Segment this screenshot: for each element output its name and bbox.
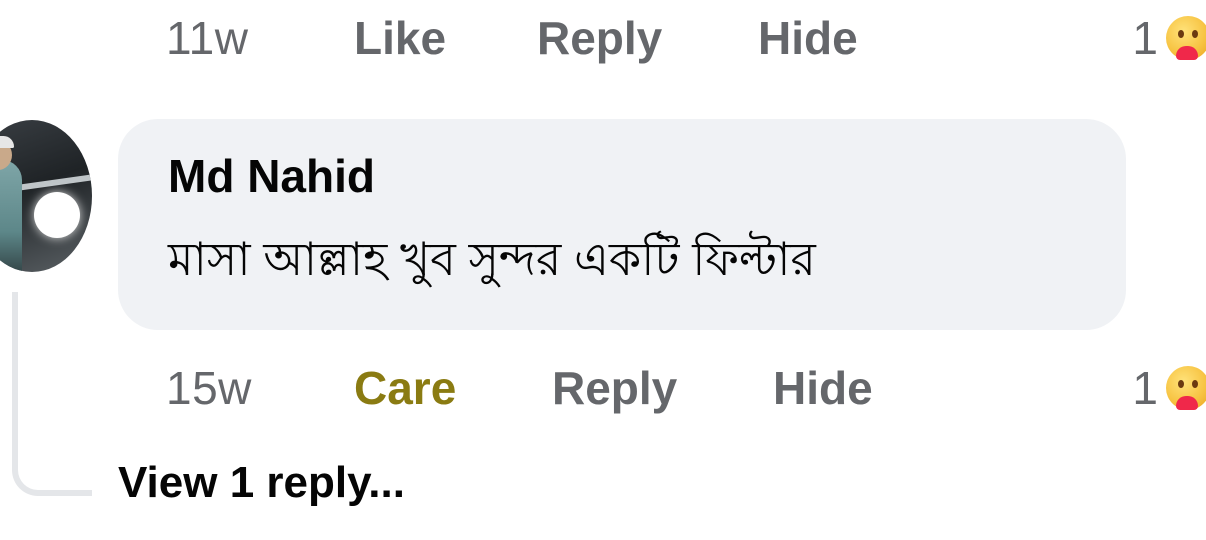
view-replies-link[interactable]: View 1 reply... xyxy=(118,458,405,508)
comment-author[interactable]: Md Nahid xyxy=(168,149,375,203)
previous-comment-actions: 11w Like Reply Hide xyxy=(166,8,858,68)
comment-text: মাসা আল্লাহ খুব সুন্দর একটি ফিল্টার xyxy=(168,233,816,285)
comment-timestamp: 11w xyxy=(166,12,249,64)
like-button[interactable]: Like xyxy=(354,11,537,65)
avatar[interactable] xyxy=(0,120,92,272)
comment-bubble[interactable]: Md Nahid মাসা আল্লাহ খুব সুন্দর একটি ফিল… xyxy=(118,119,1126,330)
care-emoji-icon xyxy=(1166,364,1206,412)
hide-button[interactable]: Hide xyxy=(758,11,858,65)
comment-thread: 11w Like Reply Hide 1 Md Nahid মাসা আল্ল… xyxy=(0,0,1206,540)
care-emoji-icon xyxy=(1166,14,1206,62)
reaction-summary[interactable]: 1 xyxy=(1132,8,1206,68)
hide-button[interactable]: Hide xyxy=(773,361,873,415)
reaction-summary[interactable]: 1 xyxy=(1132,358,1206,418)
reply-button[interactable]: Reply xyxy=(537,11,758,65)
reaction-count: 1 xyxy=(1132,362,1158,414)
reply-button[interactable]: Reply xyxy=(552,361,773,415)
reaction-count: 1 xyxy=(1132,12,1158,64)
comment-timestamp: 15w xyxy=(166,362,252,414)
care-reaction-button[interactable]: Care xyxy=(354,361,552,415)
comment-actions: 15w Care Reply Hide xyxy=(166,358,873,418)
thread-connector-line xyxy=(12,292,92,496)
